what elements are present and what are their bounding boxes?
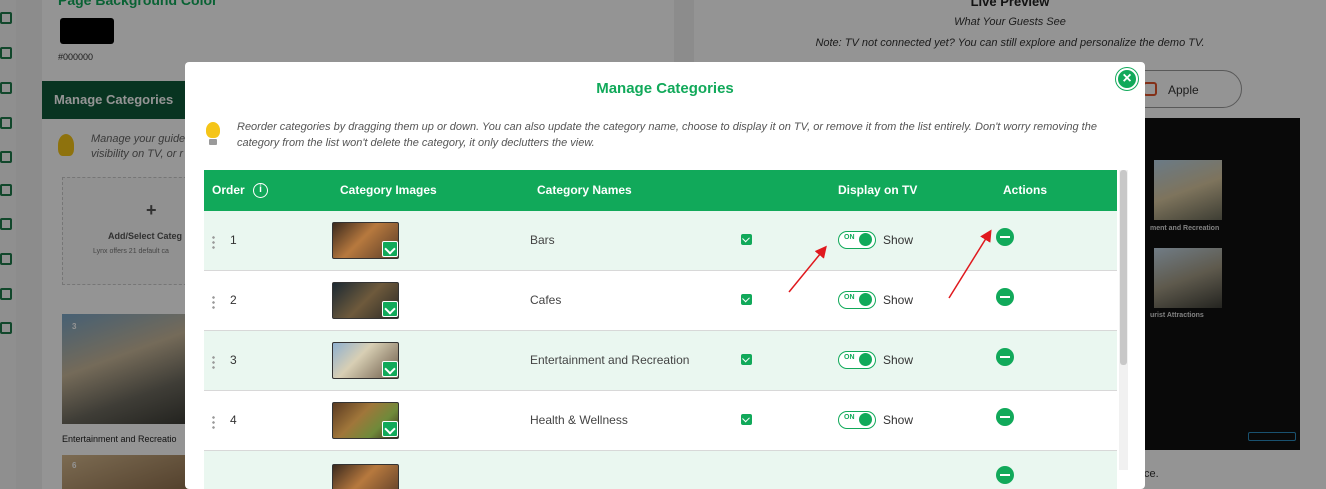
arrow-to-toggle [788, 245, 827, 293]
manage-categories-modal: Manage Categories × Reorder categories b… [185, 62, 1145, 489]
annotation-arrows [788, 229, 992, 299]
arrow-to-remove [948, 229, 992, 299]
